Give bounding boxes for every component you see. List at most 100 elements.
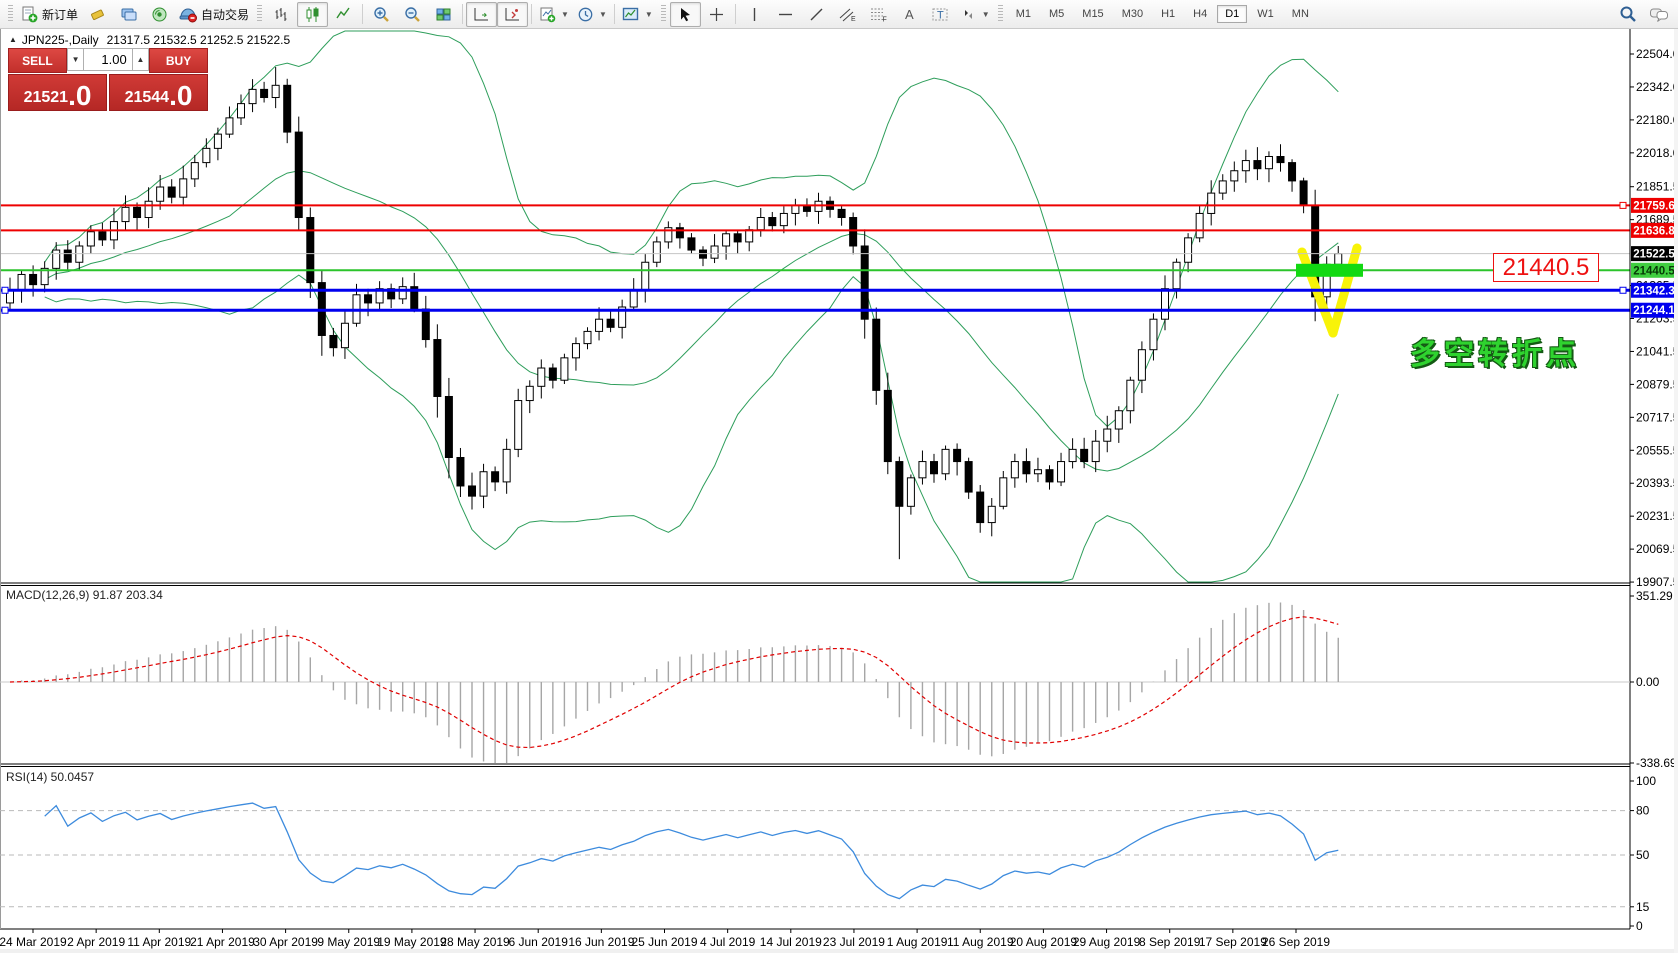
candle-body [1115,411,1122,429]
collapse-arrow-icon[interactable]: ▲ [9,35,17,44]
tile-windows-button[interactable] [428,2,459,27]
toolbar-grip [661,5,666,23]
price-callout-box[interactable]: 21440.5 [1493,253,1599,282]
candle-body [769,218,776,226]
timeframe-mn[interactable]: MN [1284,5,1317,23]
trendline-button[interactable] [801,2,832,27]
chart-shift-button[interactable] [497,2,528,27]
bollinger-lower [45,275,1339,582]
toolbar-separator [362,4,363,24]
toolbar-separator [531,4,532,24]
new-order-button[interactable]: 新订单 [17,2,82,27]
candle-body [1289,163,1296,181]
volume-input[interactable]: 1.00 [84,48,131,71]
volume-decrease-button[interactable]: ▼ [67,48,84,71]
price-tick-label: 20231.5 [1636,509,1678,523]
candle-body [838,209,845,217]
line-handle[interactable] [1620,287,1626,293]
date-label: 25 Jun 2019 [631,935,697,949]
cursor-button[interactable] [670,2,701,27]
text-button[interactable]: A [894,2,925,27]
sell-price-display[interactable]: 21521.0 [8,74,107,111]
candlestick-chart-icon [304,6,321,23]
candle-body [1150,319,1157,350]
candlestick-chart-button[interactable] [297,2,328,27]
timeframe-d1[interactable]: D1 [1217,5,1247,23]
chart-canvas[interactable]: 22504.022342.022180.022018.021851.521689… [0,29,1678,953]
date-label: 11 Aug 2019 [947,935,1014,949]
fibonacci-icon: F [869,6,888,23]
fibonacci-button[interactable]: F [863,2,894,27]
timeframe-m30[interactable]: M30 [1114,5,1151,23]
eraser-button[interactable] [82,2,113,27]
horizontal-line-button[interactable] [770,2,801,27]
pane-frames [0,29,1630,929]
date-label: 21 Apr 2019 [190,935,255,949]
line-handle[interactable] [2,307,8,313]
candle-body [584,331,591,343]
candle-body [1000,478,1007,506]
price-tick-label: 20069.5 [1636,542,1678,556]
macd-scale-label: 351.29 [1636,589,1673,603]
candlesticks [7,67,1342,559]
rsi-indicator-label: RSI(14) 50.0457 [6,770,94,784]
candle-body [746,230,753,242]
periods-button[interactable]: ▼ [573,2,611,27]
volume-increase-button[interactable]: ▲ [132,48,149,71]
chat-button[interactable] [1643,2,1674,27]
candle-body [1138,350,1145,381]
crosshair-button[interactable] [701,2,732,27]
sell-button[interactable]: SELL [8,48,67,73]
buy-price-display[interactable]: 21544.0 [109,74,208,111]
horizontal-price-lines [0,202,1630,313]
timeframe-m1[interactable]: M1 [1008,5,1039,23]
auto-scroll-button[interactable] [466,2,497,27]
autotrading-button[interactable]: 自动交易 [175,2,253,27]
highlight-rectangle[interactable] [1296,264,1363,277]
line-handle[interactable] [1620,202,1626,208]
line-chart-button[interactable] [328,2,359,27]
candle-body [676,228,683,238]
candle-body [977,492,984,523]
arrows-button[interactable]: ▼ [956,2,994,27]
rsi-scale-label: 0 [1636,919,1643,933]
date-label: 4 Jul 2019 [700,935,756,949]
annotation-cn-text[interactable]: 多空转折点 [1410,329,1580,373]
candle-body [1242,161,1249,171]
candle-body [145,201,152,217]
candle-body [919,462,926,478]
candle-body [191,163,198,179]
price-line-tag-label: 21440.5 [1633,265,1675,277]
timeframe-w1[interactable]: W1 [1249,5,1282,23]
highlight-annotation[interactable] [1296,264,1363,277]
zoom-out-button[interactable] [397,2,428,27]
candle-body [907,478,914,506]
signals-button[interactable] [144,2,175,27]
line-handle[interactable] [2,287,8,293]
date-label: 16 Jun 2019 [568,935,634,949]
vertical-line-button[interactable] [739,2,770,27]
bar-chart-button[interactable] [266,2,297,27]
equidistant-channel-button[interactable]: E [832,2,863,27]
terminal-button[interactable] [113,2,144,27]
candle-body [422,309,429,340]
candle-body [861,246,868,319]
buy-button[interactable]: BUY [149,48,208,73]
candle-body [1104,429,1111,441]
zoom-in-button[interactable] [366,2,397,27]
chart-area[interactable]: 22504.022342.022180.022018.021851.521689… [0,29,1678,953]
timeframe-m15[interactable]: M15 [1074,5,1111,23]
timeframe-m5[interactable]: M5 [1041,5,1072,23]
search-button[interactable] [1612,2,1643,27]
candle-body [1231,171,1238,181]
timeframe-h1[interactable]: H1 [1153,5,1183,23]
date-label: 28 May 2019 [440,935,510,949]
timeframe-h4[interactable]: H4 [1185,5,1215,23]
text-label-button[interactable]: T [925,2,956,27]
price-line-tag-label: 21636.8 [1633,225,1675,237]
templates-button[interactable]: ▼ [618,2,657,27]
candle-body [700,250,707,258]
autotrading-icon [179,6,197,23]
rsi-line [45,803,1339,899]
indicators-button[interactable]: ▼ [535,2,573,27]
